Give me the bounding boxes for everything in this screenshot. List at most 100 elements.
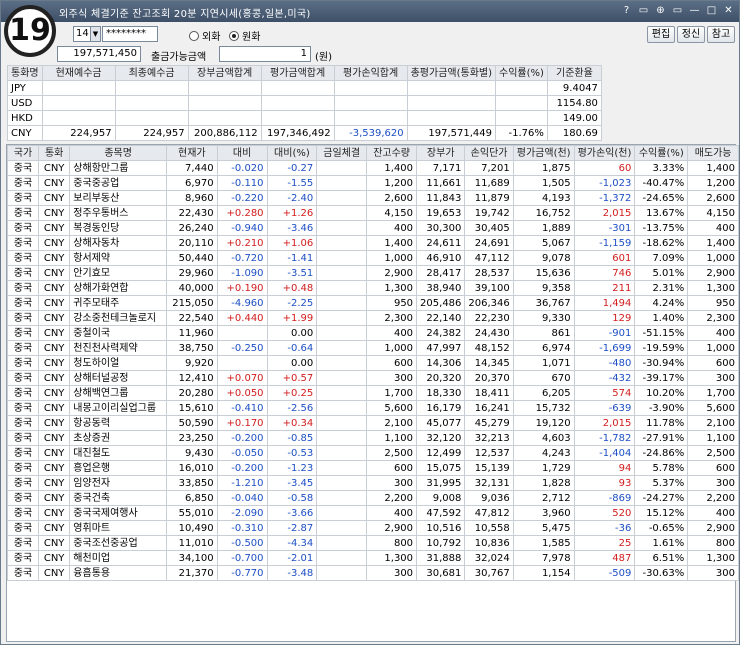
table-row[interactable]: 중국 CNY 안기효모 29,960 -1.090 -3.51 2,900 28,417 28,…: [7, 265, 739, 281]
holdings-column-header[interactable]: 잔고수량: [366, 145, 418, 161]
fx-column-header[interactable]: 수익률(%): [495, 65, 548, 81]
table-row[interactable]: 중국 CNY 해천미업 34,100 -0.700 -2.01 1,300 31,888 32,…: [7, 550, 739, 566]
table-row[interactable]: 중국 CNY 흥업은행 16,010 -0.200 -1.23 600 15,075 15,13…: [7, 460, 739, 476]
fx-column-header[interactable]: 총평가금액(통화별): [406, 65, 497, 81]
fx-column-header[interactable]: 현재예수금: [41, 65, 116, 81]
fx-column-header[interactable]: 장부금액합계: [187, 65, 262, 81]
holdings-cell: -901: [573, 325, 636, 341]
holdings-column-header[interactable]: 금일체결: [316, 145, 368, 161]
table-row[interactable]: 중국 CNY 상해가화연합 40,000 +0.190 +0.48 1,300 38,940 3…: [7, 280, 739, 296]
holdings-cell: 9,430: [166, 445, 218, 461]
radio-won[interactable]: 원화: [229, 28, 260, 43]
chevron-down-icon[interactable]: ▼: [90, 26, 101, 42]
holdings-column-header[interactable]: 종목명: [69, 145, 168, 161]
holdings-cell: 상해항만그룹: [69, 160, 168, 176]
refresh-button[interactable]: 정신: [677, 26, 705, 43]
holdings-cell: CNY: [37, 520, 71, 536]
table-row[interactable]: 중국 CNY 임양전자 33,850 -1.210 -3.45 300 31,995 32,13…: [7, 475, 739, 491]
fx-row[interactable]: HKD 149.00: [7, 110, 602, 126]
holdings-column-header[interactable]: 손익단가: [464, 145, 514, 161]
radio-foreign-dot[interactable]: [189, 30, 199, 41]
fx-column-header[interactable]: 기준환율: [546, 65, 602, 81]
fx-cell: [333, 80, 408, 96]
fx-cell: [114, 95, 189, 111]
table-row[interactable]: 중국 CNY 영휘마트 10,490 -0.310 -2.87 2,900 10,516 10,…: [7, 520, 739, 536]
radio-foreign-currency[interactable]: 외화: [189, 28, 220, 43]
minimize-icon[interactable]: —: [688, 4, 701, 17]
add-icon[interactable]: ⊕: [654, 4, 667, 17]
holdings-column-header[interactable]: 평가손익(천): [573, 145, 636, 161]
table-row[interactable]: 중국 CNY 항공동력 50,590 +0.170 +0.34 2,100 45,077 45,…: [7, 415, 739, 431]
holdings-cell: 4.24%: [634, 295, 689, 311]
table-row[interactable]: 중국 CNY 청도하이얼 9,920 0.00 600 14,306 14,345 1,071-…: [7, 355, 739, 371]
holdings-cell: CNY: [37, 460, 71, 476]
holdings-cell: 3.33%: [634, 160, 689, 176]
holdings-column-header[interactable]: 국가: [7, 145, 39, 161]
holdings-column-header[interactable]: 수익률(%): [634, 145, 689, 161]
holdings-column-header[interactable]: 매도가능: [687, 145, 739, 161]
holdings-cell: 1,100: [687, 430, 739, 446]
fx-row[interactable]: USD 1154.80: [7, 95, 602, 111]
holdings-cell: 중국: [7, 400, 39, 416]
amounts-row: 197,571,450 출금가능금액 1 (원): [1, 45, 739, 63]
fx-row[interactable]: CNY 224,957 224,957 200,886,112 197,346,492-…: [7, 125, 602, 141]
table-row[interactable]: 중국 CNY 중철이국 11,960 0.00 400 24,382 24,430 861 -90…: [7, 325, 739, 341]
fx-column-header[interactable]: 평가금액합계: [260, 65, 335, 81]
holdings-cell: 중국: [7, 340, 39, 356]
holdings-column-header[interactable]: 평가금액(천): [512, 145, 575, 161]
table-row[interactable]: 중국 CNY 상해백연그룹 20,280 +0.050 +0.25 1,700 18,330 1…: [7, 385, 739, 401]
holdings-cell: 4,603: [512, 430, 575, 446]
withdraw-unit: (원): [315, 52, 333, 63]
fx-row[interactable]: JPY 9.4047: [7, 80, 602, 96]
table-row[interactable]: 중국 CNY 귀주모태주 215,050 -4.960 -2.25 950 205,486 20…: [7, 295, 739, 311]
holdings-cell: CNY: [37, 355, 71, 371]
password-field[interactable]: ********: [102, 26, 158, 42]
fx-column-header[interactable]: 통화명: [7, 65, 43, 81]
close-icon[interactable]: ✕: [722, 4, 735, 17]
fx-cell: CNY: [7, 125, 43, 141]
table-row[interactable]: 중국 CNY 천진천사력제약 38,750 -0.250 -0.64 1,000 47,997…: [7, 340, 739, 356]
holdings-column-header[interactable]: 장부가: [416, 145, 466, 161]
holdings-cell: 중국조선중공업: [69, 535, 168, 551]
fx-column-header[interactable]: 평가손익합계: [333, 65, 408, 81]
table-row[interactable]: 중국 CNY 중국국제여행사 55,010 -2.090 -3.66 400 47,592 47…: [7, 505, 739, 521]
holdings-column-header[interactable]: 대비: [216, 145, 268, 161]
holdings-cell: CNY: [37, 370, 71, 386]
withdraw-amount[interactable]: 1: [219, 46, 311, 62]
table-row[interactable]: 중국 CNY 상해자동차 20,110 +0.210 +1.06 1,400 24,611 24…: [7, 235, 739, 251]
fx-column-header[interactable]: 최종예수금: [114, 65, 189, 81]
table-row[interactable]: 중국 CNY 중국중공업 6,970 -0.110 -1.55 1,200 11,661 11,…: [7, 175, 739, 191]
holdings-cell: -869: [573, 490, 636, 506]
table-row[interactable]: 중국 CNY 중국건축 6,850 -0.040 -0.58 2,200 9,008 9,036…: [7, 490, 739, 506]
table-row[interactable]: 중국 CNY 내몽고이리실업그룹 15,610 -0.410 -2.56 5,600 16,1…: [7, 400, 739, 416]
table-row[interactable]: 중국 CNY 중국조선중공업 11,010 -0.500 -4.34 800 10,792 10…: [7, 535, 739, 551]
table-row[interactable]: 중국 CNY 항서제약 50,440 -0.720 -1.41 1,000 46,910 47,…: [7, 250, 739, 266]
table-row[interactable]: 중국 CNY 보리부동산 8,960 -0.220 -2.40 2,600 11,843 11,…: [7, 190, 739, 206]
holdings-cell: 중국: [7, 415, 39, 431]
holdings-cell: 3,960: [512, 505, 575, 521]
holdings-cell: 300: [366, 370, 418, 386]
table-row[interactable]: 중국 CNY 초상증권 23,250 -0.200 -0.85 1,100 32,120 32,…: [7, 430, 739, 446]
holdings-cell: 1,000: [687, 250, 739, 266]
table-row[interactable]: 중국 CNY 복경동인당 26,240 -0.940 -3.46 400 30,300 30,4…: [7, 220, 739, 236]
holdings-cell: 9,920: [166, 355, 218, 371]
table-row[interactable]: 중국 CNY 대진철도 9,430 -0.050 -0.53 2,500 12,499 12,5…: [7, 445, 739, 461]
reference-button[interactable]: 참고: [707, 26, 735, 43]
window-icon[interactable]: ▭: [637, 4, 650, 17]
holdings-column-header[interactable]: 현재가: [166, 145, 218, 161]
holdings-cell: 1,700: [687, 385, 739, 401]
holdings-column-header[interactable]: 통화: [37, 145, 71, 161]
table-row[interactable]: 중국 CNY 융흠통용 21,370 -0.770 -3.48 300 30,681 30,76…: [7, 565, 739, 581]
help-icon[interactable]: ?: [620, 4, 633, 17]
radio-won-dot[interactable]: [229, 30, 239, 41]
deposit-amount: 197,571,450: [57, 46, 141, 62]
layout-icon[interactable]: ▭: [671, 4, 684, 17]
edit-button[interactable]: 편집: [647, 26, 675, 43]
table-row[interactable]: 중국 CNY 정주우통버스 22,430 +0.280 +1.26 4,150 19,653 1…: [7, 205, 739, 221]
table-row[interactable]: 중국 CNY 강소중천테크놀로지 22,540 +0.440 +1.99 2,300 22,1…: [7, 310, 739, 326]
table-row[interactable]: 중국 CNY 상해터널공정 12,410 +0.070 +0.57 300 20,320 20,…: [7, 370, 739, 386]
holdings-column-header[interactable]: 대비(%): [266, 145, 318, 161]
radio-foreign-label: 외화: [202, 32, 221, 43]
maximize-icon[interactable]: □: [705, 4, 718, 17]
table-row[interactable]: 중국 CNY 상해항만그룹 7,440 -0.020 -0.27 1,400 7,171 7,2…: [7, 160, 739, 176]
